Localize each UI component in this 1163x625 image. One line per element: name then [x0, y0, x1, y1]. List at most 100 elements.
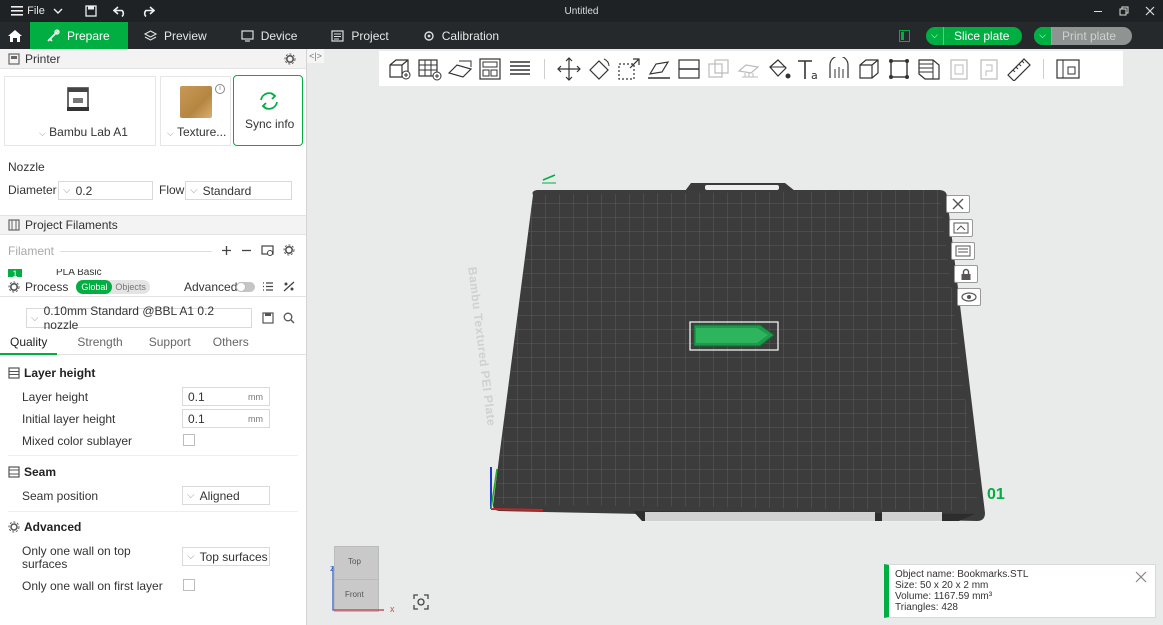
layer-height-unit: mm: [248, 391, 263, 402]
sync-info-button[interactable]: Sync info: [233, 75, 303, 146]
global-objects-toggle[interactable]: Global Objects: [76, 279, 151, 294]
seam-icon: [8, 466, 20, 478]
arrange-plate-button[interactable]: [949, 219, 973, 237]
save-preset-icon[interactable]: [262, 312, 274, 324]
filament-list-item[interactable]: 1 PLA Basic: [6, 269, 298, 277]
global-toggle-option[interactable]: Global: [76, 279, 113, 294]
tab-project[interactable]: Project: [315, 22, 406, 49]
plate-settings-button[interactable]: [957, 288, 981, 306]
filament-icon: [8, 219, 20, 231]
save-button[interactable]: [76, 0, 106, 22]
tab-preview[interactable]: Preview: [128, 22, 225, 49]
info-icon[interactable]: i: [215, 84, 225, 94]
tab-prepare[interactable]: Prepare: [30, 22, 128, 49]
close-button[interactable]: [1137, 0, 1163, 22]
tab-quality[interactable]: Quality: [0, 335, 58, 355]
one-wall-top-value: Top surfaces: [199, 549, 268, 564]
close-icon[interactable]: [1135, 571, 1147, 583]
group-divider: [8, 511, 298, 512]
list-icon[interactable]: [262, 281, 274, 292]
layer-height-value: 0.1: [188, 389, 205, 404]
tab-project-label: Project: [351, 28, 389, 43]
restore-button[interactable]: [1111, 0, 1137, 22]
3d-viewport[interactable]: <|> a Bambu Textured PEI Plate 01 Top Fr…: [307, 49, 1163, 625]
one-wall-top-select[interactable]: ⌵ Top surfaces: [182, 547, 270, 566]
one-wall-top-label-line2: surfaces: [22, 557, 68, 571]
one-wall-first-layer-checkbox[interactable]: [183, 579, 195, 591]
minimize-button[interactable]: [1085, 0, 1111, 22]
search-icon[interactable]: [283, 312, 295, 324]
printer-model-icon: [67, 87, 89, 111]
process-preset-select[interactable]: ⌵ 0.10mm Standard @BBL A1 0.2 nozzle: [26, 304, 252, 332]
menu-dropdown-button[interactable]: [46, 0, 70, 22]
home-button[interactable]: [0, 22, 30, 49]
plate-name-edit-icon[interactable]: [542, 174, 556, 181]
delete-plate-button[interactable]: [946, 195, 970, 213]
layer-height-input[interactable]: 0.1 mm: [182, 387, 270, 406]
orient-plate-button[interactable]: [951, 242, 975, 260]
seam-group-title: Seam: [8, 465, 56, 479]
arrange-plate-icon: [953, 222, 969, 234]
tab-calibration-label: Calibration: [441, 28, 500, 43]
flow-value: Standard: [202, 183, 252, 198]
title-bar: File Untitled: [0, 0, 1163, 22]
printer-select-card[interactable]: ⌵ Bambu Lab A1: [4, 76, 156, 146]
file-menu-button[interactable]: File: [0, 0, 46, 22]
advanced-group-title: Advanced: [8, 520, 81, 534]
undo-button[interactable]: [106, 0, 134, 22]
tab-device[interactable]: Device: [225, 22, 316, 49]
add-icon[interactable]: [221, 245, 232, 256]
slice-plate-button[interactable]: ⌵ Slice plate: [926, 26, 1022, 45]
initial-layer-height-label: Initial layer height: [22, 412, 116, 426]
printer-section-title: Printer: [25, 51, 61, 66]
tab-support[interactable]: Support: [139, 335, 201, 355]
diameter-select[interactable]: ⌵ 0.2: [58, 181, 153, 200]
mixed-color-sublayer-checkbox[interactable]: [183, 434, 195, 446]
minimize-icon: [1094, 11, 1102, 12]
initial-layer-height-input[interactable]: 0.1 mm: [182, 409, 270, 428]
flow-select[interactable]: ⌵ Standard: [185, 181, 292, 200]
slice-dropdown-icon[interactable]: ⌵: [926, 26, 944, 45]
layers-icon: [8, 367, 20, 379]
layer-height-group-title: Layer height: [8, 366, 95, 380]
chevron-down-icon: ⌵: [63, 185, 71, 196]
slice-plate-label: Slice plate: [954, 28, 1010, 43]
build-plate-scene[interactable]: [307, 49, 1163, 625]
print-dropdown-icon[interactable]: ⌵: [1034, 26, 1052, 45]
axis-indicator: [332, 566, 384, 611]
home-icon: [8, 29, 22, 42]
advanced-switch[interactable]: [236, 282, 255, 292]
advanced-group-label: Advanced: [24, 520, 82, 534]
redo-button[interactable]: [134, 0, 162, 22]
layer-height-label: Layer height: [22, 390, 89, 404]
filament-name: PLA Basic: [56, 269, 102, 277]
plate-name: Texture...: [176, 125, 227, 139]
process-preset-value: 0.10mm Standard @BBL A1 0.2 nozzle: [43, 304, 215, 332]
multi-device-button[interactable]: [894, 29, 914, 42]
tab-calibration[interactable]: Calibration: [407, 22, 517, 49]
view-cube[interactable]: Top Front z x: [330, 546, 395, 614]
calibration-icon: [424, 30, 434, 41]
multi-device-icon: [898, 29, 910, 42]
ams-sync-icon[interactable]: [261, 244, 274, 257]
one-wall-top-label: Only one wall on top: [22, 544, 131, 558]
layer-height-group-label: Layer height: [24, 366, 96, 380]
gear-icon[interactable]: [283, 244, 295, 256]
tab-others[interactable]: Others: [203, 335, 259, 355]
save-icon: [85, 5, 97, 17]
print-plate-button[interactable]: ⌵ Print plate: [1034, 26, 1132, 45]
objects-toggle-option[interactable]: Objects: [112, 282, 149, 292]
remove-icon[interactable]: [241, 245, 252, 256]
gear-icon[interactable]: [284, 53, 296, 65]
object-size: Size: 50 x 20 x 2 mm: [895, 580, 989, 591]
chevron-down-icon: ⌵: [31, 312, 39, 324]
seam-position-select[interactable]: ⌵ Aligned: [182, 486, 270, 505]
zoom-fit-button[interactable]: [410, 591, 432, 613]
orient-plate-icon: [955, 245, 971, 257]
close-icon: [1145, 6, 1155, 16]
compare-icon[interactable]: [283, 281, 295, 292]
printer-section-header: Printer: [0, 49, 306, 69]
tab-strength[interactable]: Strength: [67, 335, 132, 355]
plate-type-card[interactable]: i ⌵ Texture...: [160, 76, 231, 146]
lock-plate-button[interactable]: [954, 265, 978, 283]
